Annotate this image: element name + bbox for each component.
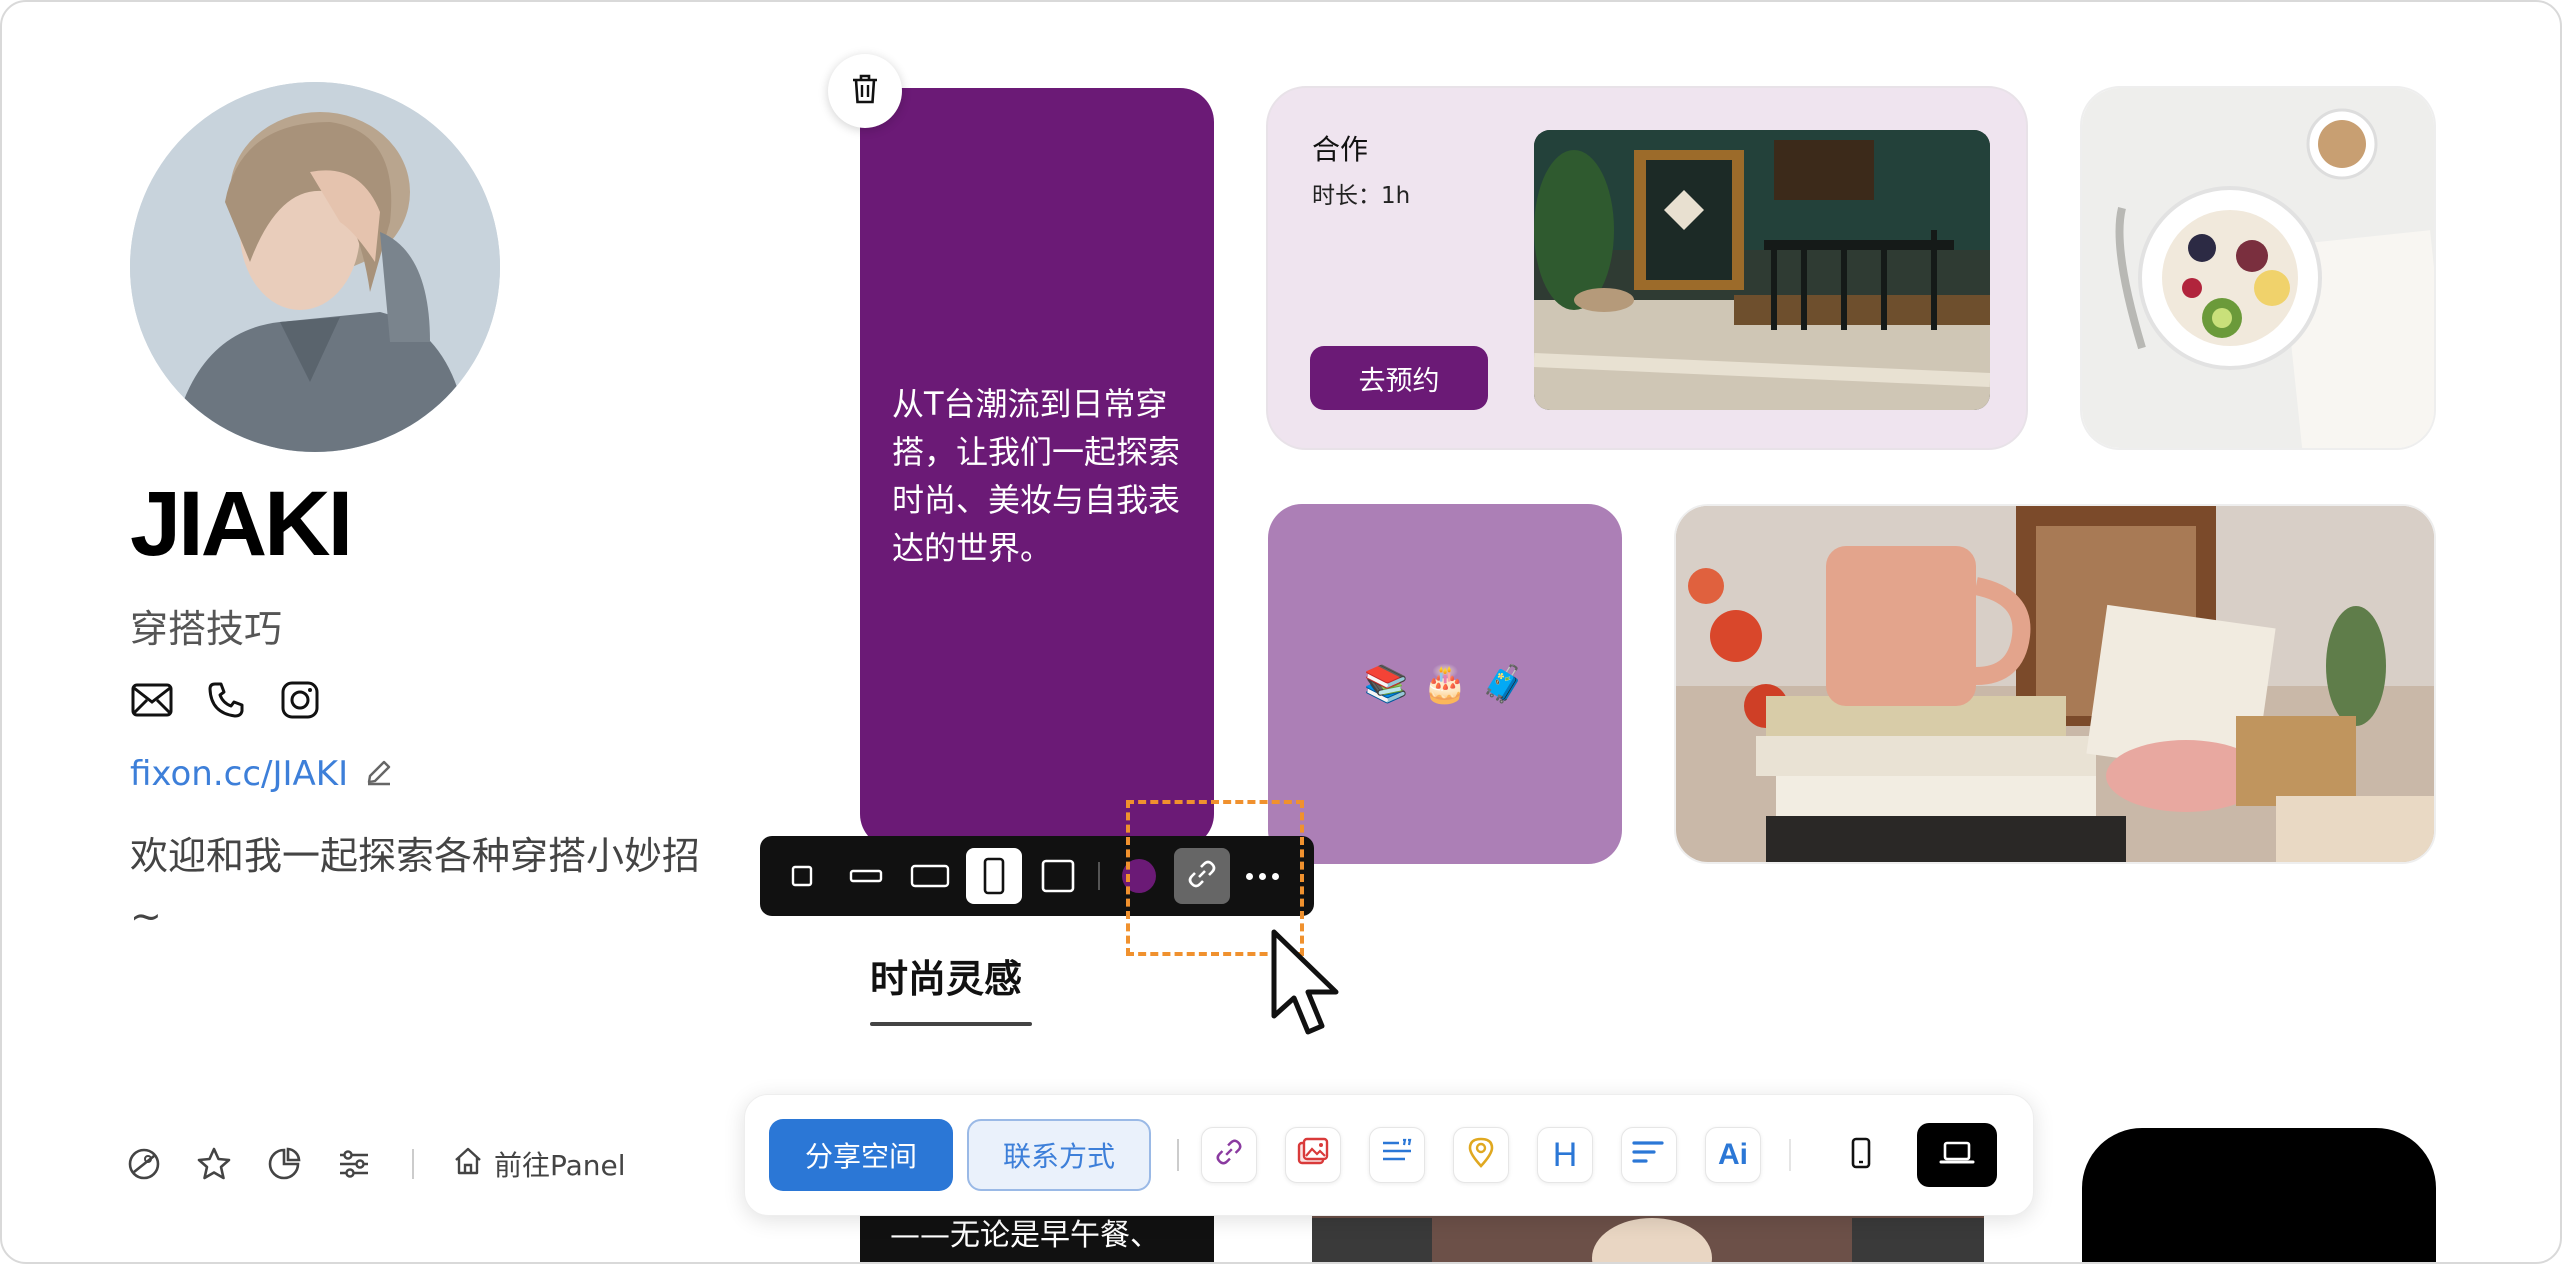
- text-card-selected[interactable]: 从T台潮流到日常穿搭，让我们一起探索时尚、美妆与自我表达的世界。: [860, 88, 1214, 848]
- settings-sliders-icon[interactable]: [334, 1144, 374, 1184]
- next-dark-card-peek[interactable]: [2082, 1128, 2436, 1262]
- bottom-left-actions: 前往Panel: [124, 1144, 626, 1184]
- food-photo-card[interactable]: [2080, 86, 2436, 450]
- toolbar-divider: [1789, 1139, 1791, 1171]
- cafe-photo: [1534, 130, 1990, 410]
- profile-link-row: fixon.cc/JIAKI: [130, 754, 394, 794]
- link-icon: [1214, 1137, 1244, 1174]
- mug-photo-card[interactable]: [1674, 504, 2436, 864]
- size-small-button[interactable]: [774, 848, 830, 904]
- add-heading-button[interactable]: H: [1537, 1127, 1593, 1183]
- booking-card[interactable]: 合作 时长：1h 去预约: [1266, 86, 2028, 450]
- share-space-button[interactable]: 分享空间: [769, 1119, 953, 1191]
- bottom-toolbar: 分享空间 联系方式 H Ai: [744, 1094, 2034, 1216]
- next-text-card-text: ——无论是早午餐、: [890, 1218, 1160, 1253]
- home-icon: [452, 1145, 484, 1184]
- profile-name: JIAKI: [130, 473, 353, 575]
- size-wide-button[interactable]: [902, 848, 958, 904]
- delete-card-button[interactable]: [828, 54, 902, 128]
- contact-button[interactable]: 联系方式: [967, 1119, 1151, 1191]
- divider: [412, 1149, 414, 1179]
- profile-url-link[interactable]: fixon.cc/JIAKI: [130, 754, 348, 794]
- add-text-button[interactable]: [1369, 1127, 1425, 1183]
- location-pin-icon: [1467, 1136, 1495, 1175]
- add-image-button[interactable]: [1285, 1127, 1341, 1183]
- size-large-button[interactable]: [1030, 848, 1086, 904]
- text-card-content: 从T台潮流到日常穿搭，让我们一起探索时尚、美妆与自我表达的世界。: [892, 385, 1181, 567]
- star-icon[interactable]: [194, 1144, 234, 1184]
- emoji-card[interactable]: 📚 🎂 🧳: [1268, 504, 1622, 864]
- add-location-button[interactable]: [1453, 1127, 1509, 1183]
- ai-assistant-button[interactable]: Ai: [1705, 1127, 1761, 1183]
- image-icon: [1297, 1137, 1329, 1174]
- desktop-view-button[interactable]: [1917, 1123, 1997, 1187]
- trash-icon: [850, 73, 880, 109]
- go-to-panel-label: 前往Panel: [494, 1149, 626, 1182]
- toolbar-divider: [1098, 862, 1100, 890]
- add-link-button[interactable]: [1201, 1127, 1257, 1183]
- size-tall-button[interactable]: [966, 848, 1022, 904]
- section-title[interactable]: 时尚灵感: [870, 948, 1022, 1003]
- phone-icon[interactable]: [204, 678, 248, 722]
- cake-emoji: 🎂: [1422, 664, 1468, 705]
- profile-tagline: 穿搭技巧: [130, 607, 283, 651]
- quote-text-icon: [1381, 1138, 1413, 1173]
- avatar[interactable]: [130, 82, 500, 452]
- toolbar-divider: [1177, 1139, 1179, 1171]
- booking-card-duration: 时长：1h: [1312, 183, 1411, 209]
- analytics-icon[interactable]: [264, 1144, 304, 1184]
- app-frame: JIAKI 穿搭技巧 fixon.cc/JIAKI 欢迎和我一起探索各种穿搭小妙…: [0, 0, 2562, 1264]
- link-icon: [1186, 858, 1218, 894]
- phone-device-icon: [1851, 1137, 1871, 1173]
- add-list-button[interactable]: [1621, 1127, 1677, 1183]
- mouse-cursor-icon: [1270, 928, 1350, 1048]
- contact-icons: [130, 678, 322, 722]
- more-options-icon[interactable]: [1246, 872, 1279, 880]
- luggage-emoji: 🧳: [1481, 664, 1527, 705]
- go-to-panel-link[interactable]: 前往Panel: [452, 1144, 626, 1184]
- edit-icon[interactable]: [364, 757, 394, 791]
- laptop-icon: [1939, 1140, 1975, 1170]
- card-color-picker[interactable]: [1122, 859, 1156, 893]
- size-wide-short-button[interactable]: [838, 848, 894, 904]
- mobile-view-button[interactable]: [1821, 1123, 1901, 1187]
- instagram-icon[interactable]: [278, 678, 322, 722]
- card-link-button[interactable]: [1174, 848, 1230, 904]
- list-lines-icon: [1632, 1139, 1666, 1172]
- profile-bio: 欢迎和我一起探索各种穿搭小妙招~: [130, 834, 701, 938]
- mail-icon[interactable]: [130, 678, 174, 722]
- section-underline: [870, 1022, 1032, 1026]
- book-button[interactable]: 去预约: [1310, 346, 1488, 410]
- books-emoji: 📚: [1363, 664, 1409, 705]
- booking-card-title: 合作: [1312, 133, 1369, 166]
- card-size-toolbar: [760, 836, 1314, 916]
- theme-icon[interactable]: [124, 1144, 164, 1184]
